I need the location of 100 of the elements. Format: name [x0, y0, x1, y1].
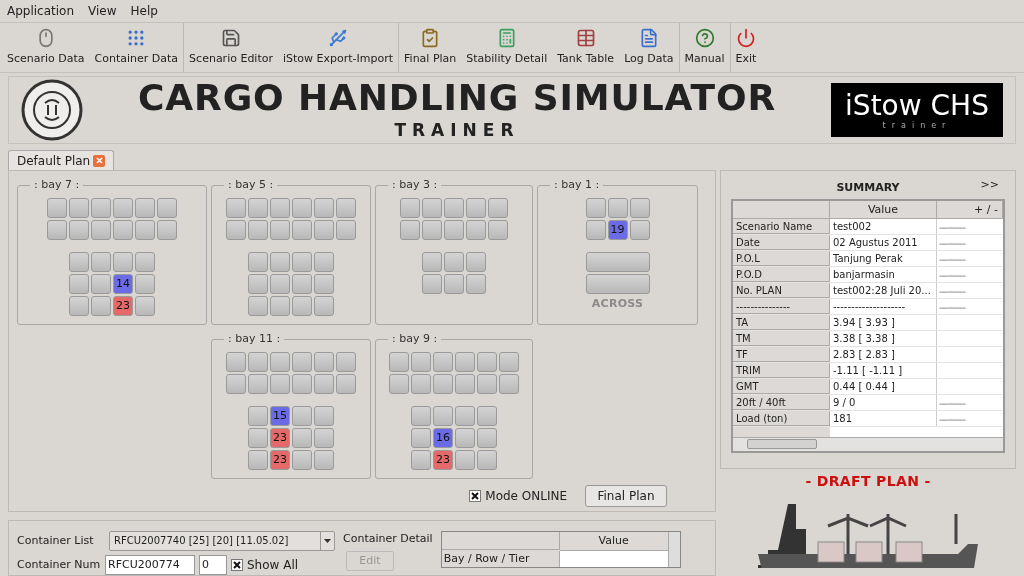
- scrollbar[interactable]: [733, 437, 1003, 451]
- container-slot[interactable]: [336, 352, 356, 372]
- tab[interactable]: Default Plan: [8, 150, 115, 170]
- container-slot[interactable]: [248, 428, 268, 448]
- container-slot[interactable]: [270, 296, 290, 316]
- container-slot[interactable]: [411, 374, 431, 394]
- container-slot[interactable]: [248, 252, 268, 272]
- container-slot[interactable]: [477, 406, 497, 426]
- container-slot[interactable]: [444, 198, 464, 218]
- container-slot[interactable]: [411, 406, 431, 426]
- toolbar-button[interactable]: Tank Table: [552, 23, 620, 73]
- container-slot[interactable]: [314, 374, 334, 394]
- toolbar-button[interactable]: iStow Export-Import: [278, 23, 399, 73]
- container-slot[interactable]: [314, 428, 334, 448]
- toolbar-button[interactable]: Scenario Data: [2, 23, 90, 73]
- container-slot[interactable]: [336, 198, 356, 218]
- container-slot[interactable]: [466, 220, 486, 240]
- expand-link[interactable]: >>: [980, 177, 999, 194]
- container-slot[interactable]: [270, 352, 290, 372]
- container-slot[interactable]: 23: [433, 450, 453, 470]
- container-slot[interactable]: [226, 198, 246, 218]
- container-slot[interactable]: [135, 220, 155, 240]
- container-slot[interactable]: [270, 252, 290, 272]
- container-slot[interactable]: [422, 252, 442, 272]
- container-slot[interactable]: [135, 198, 155, 218]
- toolbar-button[interactable]: Container Data: [89, 23, 184, 73]
- container-slot[interactable]: [113, 220, 133, 240]
- container-slot[interactable]: [113, 252, 133, 272]
- container-slot[interactable]: [91, 296, 111, 316]
- container-slot[interactable]: [336, 220, 356, 240]
- container-slot[interactable]: [69, 220, 89, 240]
- toolbar-button[interactable]: Log Data: [619, 23, 679, 73]
- container-slot[interactable]: [466, 274, 486, 294]
- menu-item[interactable]: View: [88, 2, 117, 21]
- container-slot[interactable]: [292, 198, 312, 218]
- container-slot[interactable]: [389, 374, 409, 394]
- container-slot[interactable]: [585, 198, 606, 218]
- container-slot[interactable]: [433, 406, 453, 426]
- container-slot[interactable]: [248, 406, 268, 426]
- toolbar-button[interactable]: Exit: [730, 23, 762, 73]
- container-slot[interactable]: [314, 406, 334, 426]
- container-slot[interactable]: [455, 352, 475, 372]
- container-slot[interactable]: [135, 252, 155, 272]
- scrollbar[interactable]: [667, 532, 680, 567]
- container-slot[interactable]: [411, 428, 431, 448]
- container-slot[interactable]: [444, 252, 464, 272]
- container-slot[interactable]: [389, 352, 409, 372]
- container-slot[interactable]: [629, 198, 650, 218]
- container-slot[interactable]: [157, 220, 177, 240]
- container-slot[interactable]: [157, 198, 177, 218]
- container-slot[interactable]: [270, 274, 290, 294]
- container-slot[interactable]: [226, 352, 246, 372]
- container-slot[interactable]: [292, 428, 312, 448]
- container-slot[interactable]: [292, 274, 312, 294]
- container-slot[interactable]: [444, 220, 464, 240]
- container-slot[interactable]: [585, 220, 606, 240]
- container-slot[interactable]: [292, 352, 312, 372]
- container-slot[interactable]: [248, 296, 268, 316]
- container-slot[interactable]: [248, 352, 268, 372]
- container-slot[interactable]: [477, 450, 497, 470]
- container-slot[interactable]: [91, 198, 111, 218]
- container-slot[interactable]: [248, 450, 268, 470]
- container-slot[interactable]: [69, 252, 89, 272]
- container-slot[interactable]: [400, 220, 420, 240]
- container-slot[interactable]: [477, 352, 497, 372]
- toolbar-button[interactable]: Scenario Editor: [184, 23, 278, 73]
- container-slot[interactable]: [455, 450, 475, 470]
- container-slot[interactable]: [499, 374, 519, 394]
- container-slot[interactable]: [248, 198, 268, 218]
- container-slot[interactable]: [455, 428, 475, 448]
- toolbar-button[interactable]: Final Plan: [399, 23, 462, 73]
- container-slot[interactable]: 23: [270, 450, 290, 470]
- container-slot[interactable]: [477, 374, 497, 394]
- container-slot[interactable]: [629, 220, 650, 240]
- container-slot[interactable]: [411, 352, 431, 372]
- container-slot[interactable]: [585, 252, 650, 272]
- container-slot[interactable]: [314, 274, 334, 294]
- container-slot[interactable]: 16: [433, 428, 453, 448]
- menu-item[interactable]: Application: [7, 2, 75, 21]
- container-slot[interactable]: 23: [113, 296, 133, 316]
- container-slot[interactable]: [422, 274, 442, 294]
- container-slot[interactable]: [499, 352, 519, 372]
- container-slot[interactable]: [607, 198, 628, 218]
- final-plan-button[interactable]: Final Plan: [585, 485, 667, 507]
- toolbar-button[interactable]: Manual: [679, 23, 730, 73]
- container-slot[interactable]: [314, 352, 334, 372]
- checkbox[interactable]: [231, 559, 243, 571]
- container-slot[interactable]: [270, 220, 290, 240]
- container-slot[interactable]: [69, 198, 89, 218]
- count-field[interactable]: 0: [199, 555, 227, 575]
- container-slot[interactable]: [292, 296, 312, 316]
- container-slot[interactable]: [47, 220, 67, 240]
- container-slot[interactable]: [91, 274, 111, 294]
- container-slot[interactable]: [466, 198, 486, 218]
- container-slot[interactable]: [91, 252, 111, 272]
- container-slot[interactable]: 19: [607, 220, 628, 240]
- container-slot[interactable]: [292, 252, 312, 272]
- container-slot[interactable]: [226, 220, 246, 240]
- container-slot[interactable]: [113, 198, 133, 218]
- checkbox[interactable]: [469, 490, 482, 502]
